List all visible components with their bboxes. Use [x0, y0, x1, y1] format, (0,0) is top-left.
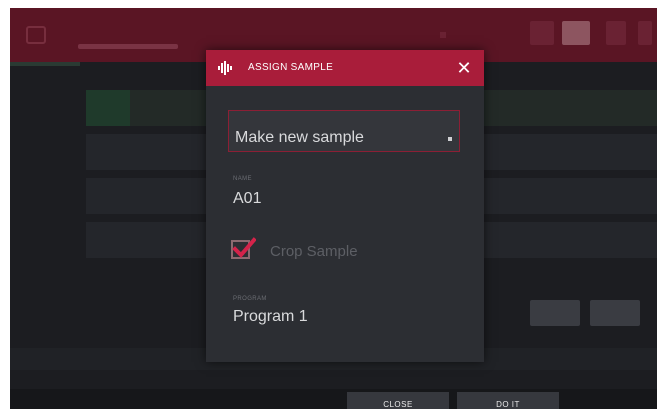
checkmark-icon: [232, 237, 256, 258]
background-button: [530, 300, 580, 326]
waveform-icon: [218, 61, 232, 75]
indicator-icon: [440, 32, 446, 38]
name-label: NAME: [233, 176, 252, 182]
dialog-title: ASSIGN SAMPLE: [248, 62, 334, 73]
program-field[interactable]: Program 1: [233, 308, 308, 326]
top-bar-title: [78, 44, 178, 49]
dropdown-arrow-icon: [448, 137, 452, 141]
sample-mode-dropdown[interactable]: Make new sample: [228, 110, 460, 152]
do-it-button[interactable]: DO IT: [457, 392, 559, 409]
action-bar: [10, 389, 657, 409]
assign-sample-dialog: ASSIGN SAMPLE ✕ Make new sample NAME A01…: [206, 50, 484, 362]
toolbar-button-4[interactable]: [638, 21, 652, 45]
app-screen: CLOSE DO IT ASSIGN SAMPLE ✕ Make new sam…: [10, 8, 657, 409]
close-button[interactable]: CLOSE: [347, 392, 449, 409]
crop-sample-checkbox[interactable]: [231, 237, 256, 259]
background-tab: [10, 62, 80, 66]
toolbar-button-3[interactable]: [606, 21, 626, 45]
menu-icon[interactable]: [26, 26, 46, 44]
crop-sample-label: Crop Sample: [270, 243, 358, 260]
dialog-header: ASSIGN SAMPLE ✕: [206, 50, 484, 86]
close-icon[interactable]: ✕: [454, 58, 474, 78]
toolbar-button-1[interactable]: [530, 21, 554, 45]
background-button: [590, 300, 640, 326]
dropdown-value: Make new sample: [235, 129, 364, 146]
program-label: PROGRAM: [233, 296, 267, 302]
toolbar-button-2[interactable]: [562, 21, 590, 45]
name-field[interactable]: A01: [233, 190, 261, 208]
